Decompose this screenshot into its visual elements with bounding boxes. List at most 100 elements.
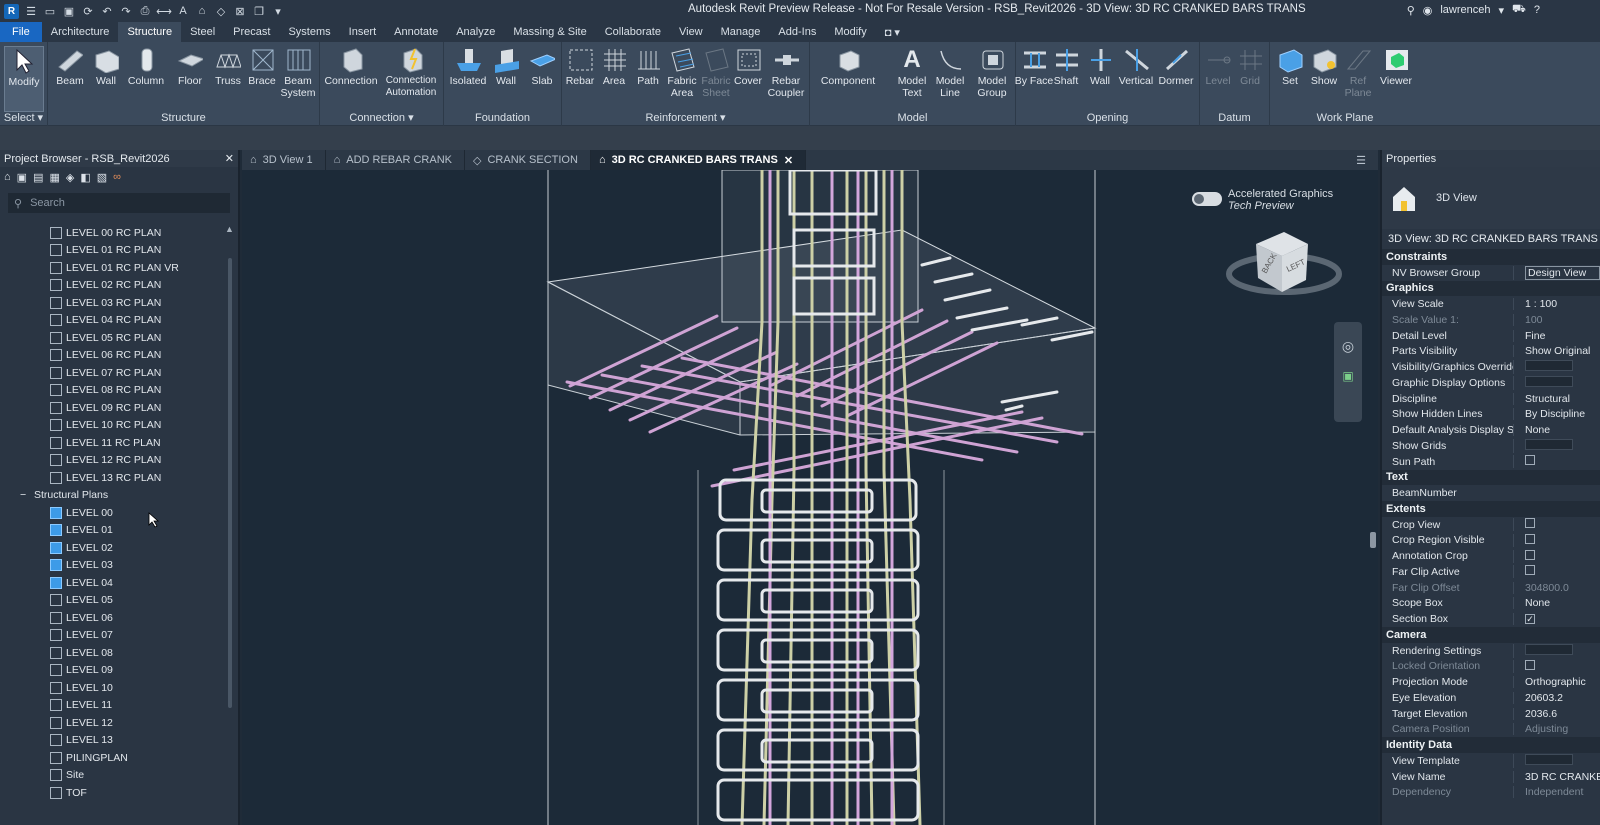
sync-icon[interactable]: ⟳ [81,4,95,18]
connection-button[interactable]: Connection [324,46,378,87]
open-icon[interactable]: ▭ [43,4,57,18]
browser-item[interactable]: LEVEL 03 RC PLAN [0,294,226,312]
tab-manage[interactable]: Manage [712,22,770,42]
browser-item[interactable]: LEVEL 05 [0,592,226,610]
browser-item[interactable]: LEVEL 12 [0,714,226,732]
edit-button[interactable] [1525,643,1573,655]
panel-title-reinforcement[interactable]: Reinforcement ▾ [562,111,809,124]
tab-view[interactable]: View [670,22,712,42]
checkbox[interactable] [1525,518,1535,529]
browser-item[interactable]: Site [0,767,226,785]
browser-item[interactable]: LEVEL 00 [0,504,226,522]
property-group[interactable]: Constraints [1382,249,1600,265]
close-icon[interactable]: ✕ [225,152,234,165]
browser-item[interactable]: LEVEL 10 [0,679,226,697]
property-group[interactable]: Graphics [1382,280,1600,297]
scroll-up-icon[interactable]: ▲ [225,224,234,234]
browser-item[interactable]: LEVEL 11 RC PLAN [0,434,226,452]
browser-group-structural-plans[interactable]: − Structural Plans [0,487,226,505]
tab-add-ins[interactable]: Add-Ins [769,22,825,42]
sheets-icon[interactable]: ▤ [33,171,43,184]
browser-item[interactable]: PILINGPLAN [0,749,226,767]
property-group[interactable]: Camera [1382,627,1600,643]
redo-icon[interactable]: ↷ [119,4,133,18]
ribbon-options-icon[interactable]: ◘ ▾ [876,22,909,42]
checkbox[interactable] [1525,549,1535,560]
browser-item[interactable]: LEVEL 13 [0,732,226,750]
tab-add-rebar-crank[interactable]: ⌂ ADD REBAR CRANK [326,150,465,170]
connection-automation-button[interactable]: Connection Automation [382,46,440,99]
tab-steel[interactable]: Steel [181,22,224,42]
revit-logo-icon[interactable]: R [4,3,19,19]
search-input[interactable]: Search [30,197,65,209]
accelerated-graphics-toggle[interactable]: Accelerated Graphics Tech Preview [1192,188,1333,212]
browser-item[interactable]: LEVEL 08 RC PLAN [0,382,226,400]
column-button[interactable]: Column [124,46,168,87]
tab-precast[interactable]: Precast [224,22,279,42]
binoculars-icon[interactable]: ⚲ [1407,4,1415,17]
browser-item[interactable]: LEVEL 07 [0,627,226,645]
browser-item[interactable]: LEVEL 05 RC PLAN [0,329,226,347]
browser-item[interactable]: LEVEL 09 [0,662,226,680]
app-menu-icon[interactable]: ☰ [24,4,38,18]
text-icon[interactable]: A [176,4,190,18]
checkbox[interactable] [1525,659,1535,670]
browser-item[interactable]: LEVEL 02 RC PLAN [0,277,226,295]
property-group[interactable]: Identity Data [1382,737,1600,753]
panel-title-select[interactable]: Select ▾ [0,111,47,124]
tab-close-icon[interactable]: ✕ [784,154,793,167]
user-icon[interactable]: ◉ [1423,4,1433,17]
browser-item[interactable]: LEVEL 04 RC PLAN [0,312,226,330]
project-browser-search[interactable]: ⚲ Search [8,193,230,213]
property-group[interactable]: Text [1382,469,1600,486]
links-icon[interactable]: ∞ [113,171,121,183]
tab-crank-section[interactable]: ◇ CRANK SECTION [465,150,591,170]
save-icon[interactable]: ▣ [62,4,76,18]
browser-item[interactable]: LEVEL 01 [0,522,226,540]
rebar-coupler-button[interactable]: Rebar Coupler [764,46,808,99]
checkbox[interactable] [1525,533,1535,544]
tab-modify[interactable]: Modify [825,22,875,42]
tab-systems[interactable]: Systems [279,22,339,42]
view-canvas[interactable]: Accelerated Graphics Tech Preview BACK LE… [242,170,1378,825]
tab-3d-rc-cranked-bars-trans[interactable]: ⌂ 3D RC CRANKED BARS TRANS ✕ [590,150,807,170]
browser-item[interactable]: LEVEL 06 [0,609,226,627]
browser-item[interactable]: LEVEL 10 RC PLAN [0,417,226,435]
instance-selector[interactable]: 3D View: 3D RC CRANKED BARS TRANS [1382,229,1600,249]
families-icon[interactable]: ◈ [66,171,74,184]
vertical-button[interactable]: Vertical [1114,46,1158,87]
checkbox[interactable] [1525,455,1535,466]
component-button[interactable]: Component [818,46,878,87]
zoom-icon[interactable]: ▣ [1342,369,1353,383]
browser-item[interactable]: LEVEL 02 [0,539,226,557]
edit-button[interactable] [1525,438,1573,450]
dormer-button[interactable]: Dormer [1154,46,1198,87]
measure-icon[interactable]: ⟷ [156,4,172,18]
model-line-button[interactable]: Model Line [930,46,970,99]
edit-button[interactable] [1525,753,1573,765]
browser-item[interactable]: LEVEL 01 RC PLAN VR [0,259,226,277]
browser-item[interactable]: TOF [0,784,226,802]
edit-button[interactable] [1525,375,1573,387]
views-icon[interactable]: ▣ [17,171,27,184]
browser-item[interactable]: LEVEL 00 RC PLAN [0,224,226,242]
tab-list-icon[interactable]: ☰ [1348,150,1378,170]
edit-button[interactable] [1525,360,1573,372]
browser-item[interactable]: LEVEL 06 RC PLAN [0,347,226,365]
tab-file[interactable]: File [0,22,42,42]
browser-item[interactable]: LEVEL 04 [0,574,226,592]
tab-architecture[interactable]: Architecture [42,22,119,42]
project-browser-scrollbar[interactable] [228,258,232,708]
viewer-button[interactable]: Viewer [1374,46,1418,87]
wall-button[interactable]: Wall [84,46,128,87]
switch-windows-icon[interactable]: ❐ [252,4,266,18]
user-name[interactable]: lawrenceh [1440,4,1490,16]
section-icon[interactable]: ◇ [214,4,228,18]
cart-icon[interactable]: ⛟ [1512,3,1526,17]
type-selector[interactable]: 3D View [1382,167,1600,229]
tab-analyze[interactable]: Analyze [447,22,504,42]
tab-structure[interactable]: Structure [118,22,182,42]
home-icon[interactable]: ⌂ [4,171,11,183]
browser-item[interactable]: LEVEL 08 [0,644,226,662]
browser-item[interactable]: LEVEL 07 RC PLAN [0,364,226,382]
